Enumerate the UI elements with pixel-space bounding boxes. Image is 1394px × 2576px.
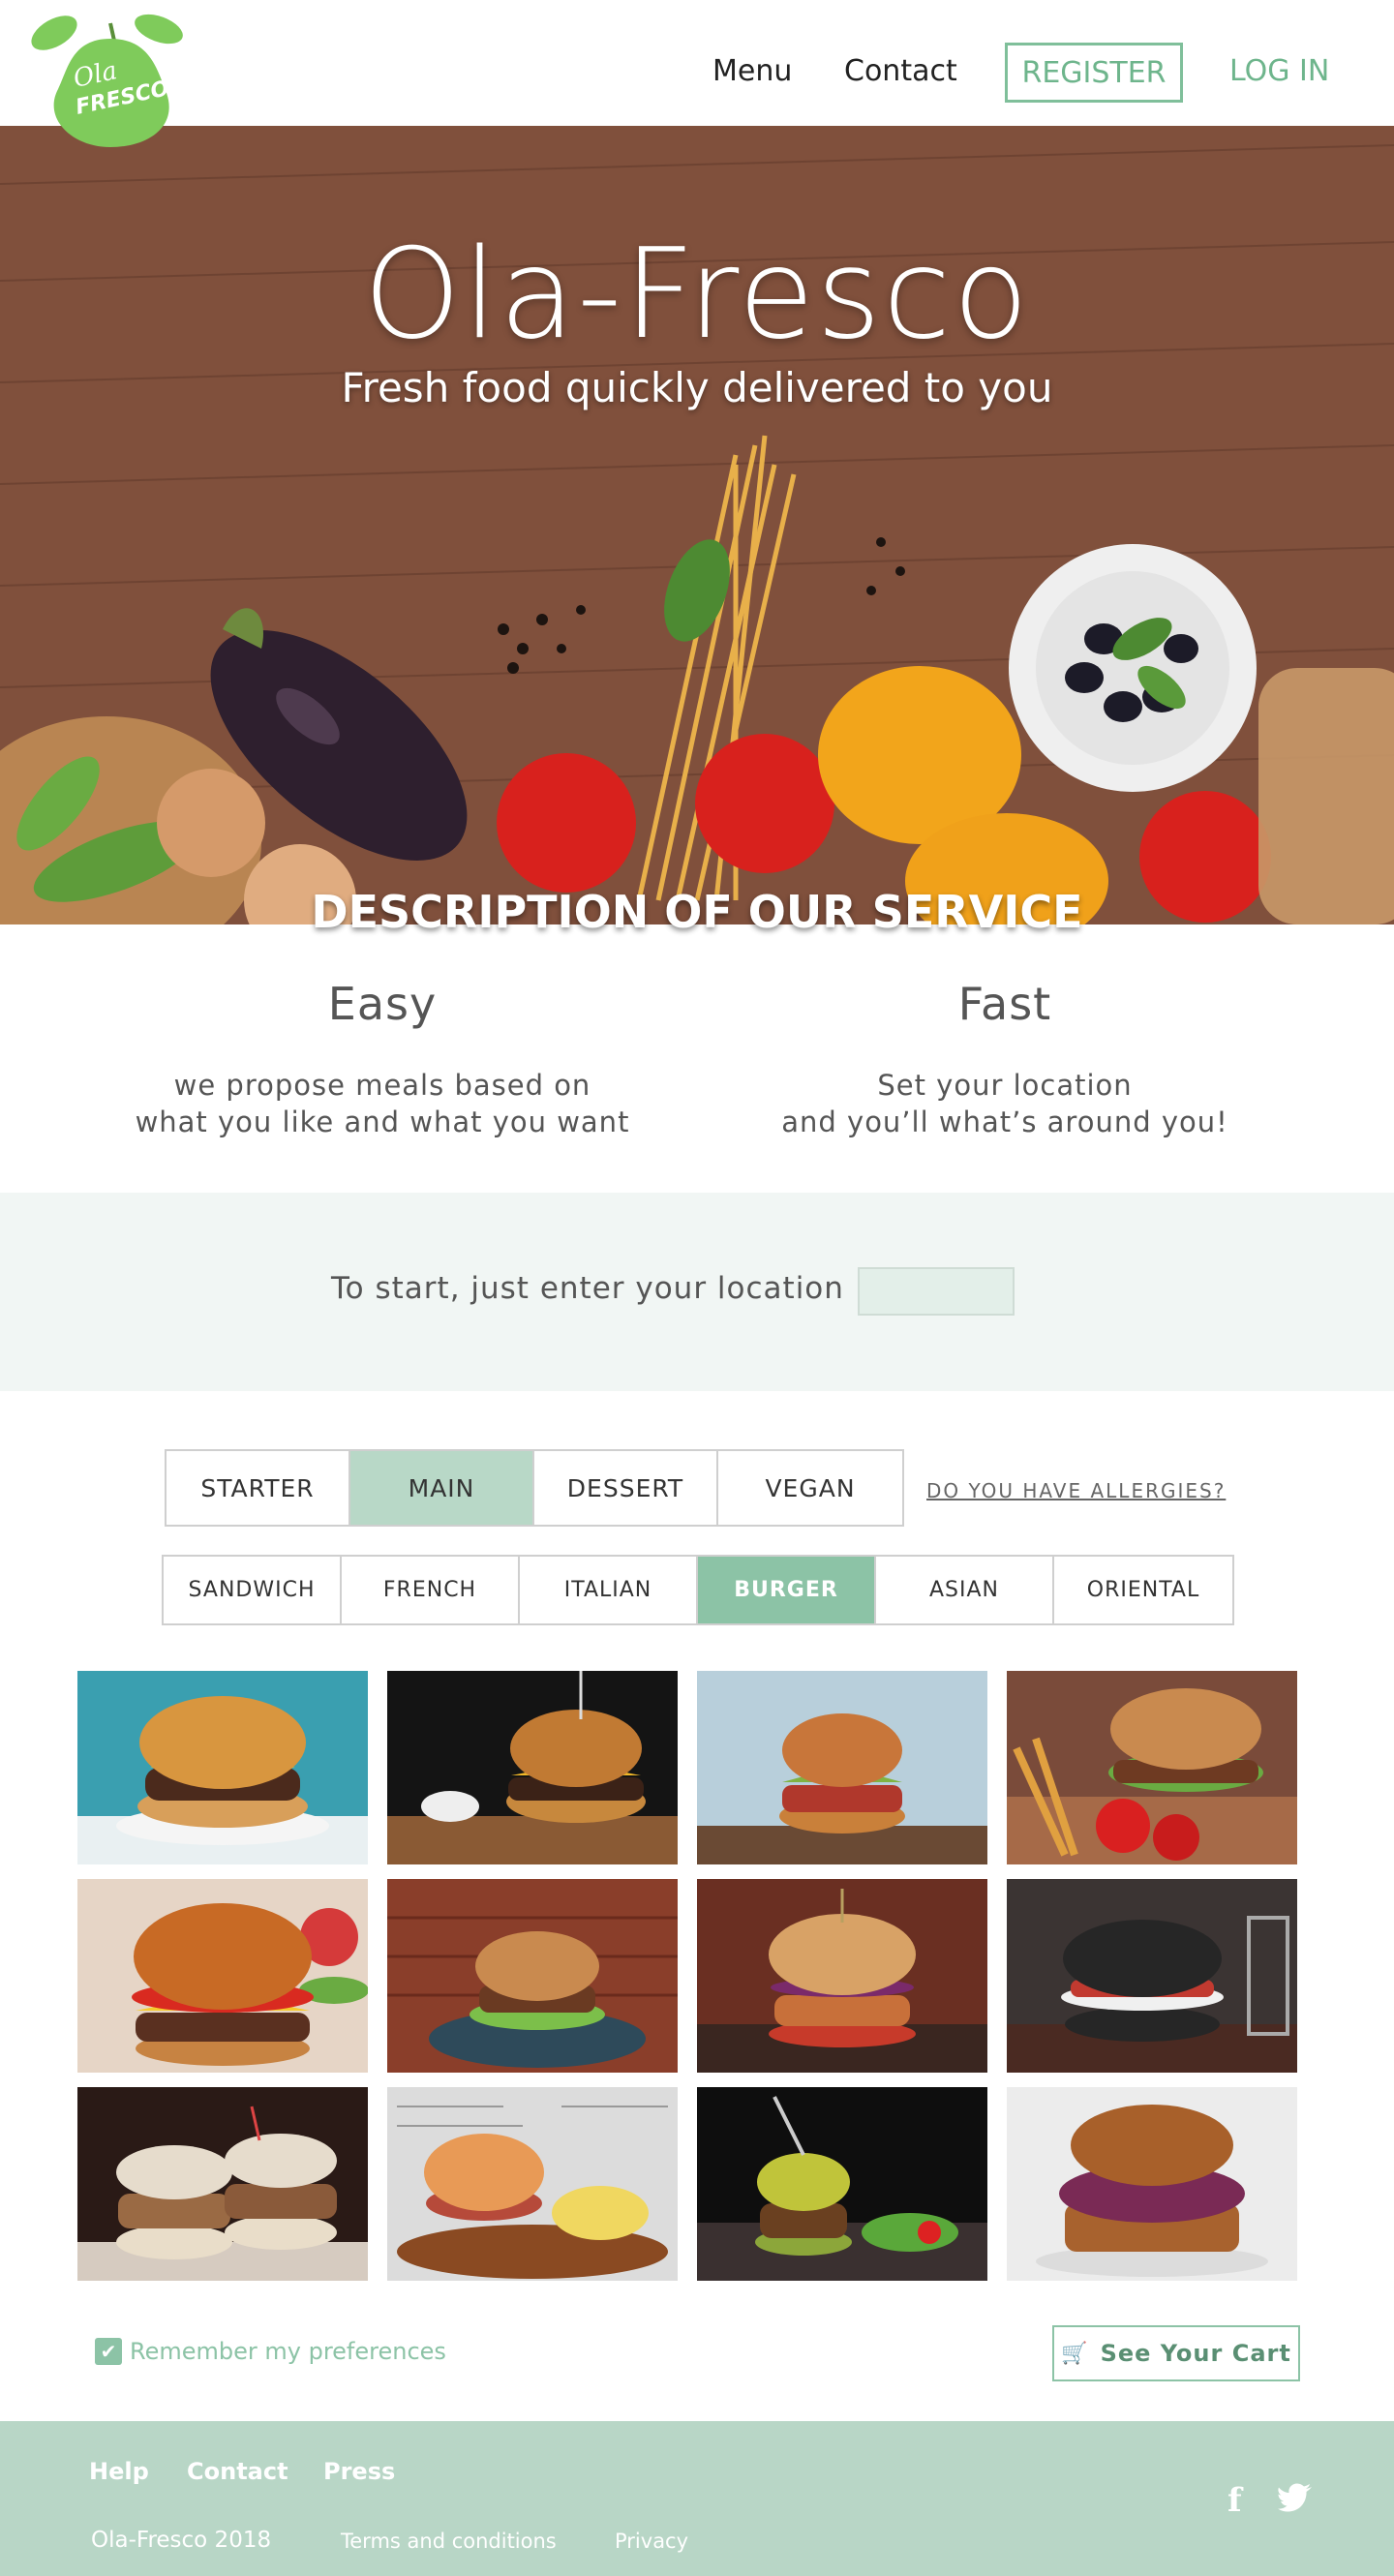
service-fast-line1: Set your location [877, 1069, 1133, 1102]
burger-photo[interactable] [1007, 2087, 1297, 2281]
location-section: To start, just enter your location [0, 1193, 1394, 1391]
tab-dessert[interactable]: DESSERT [534, 1451, 718, 1525]
service-easy: Easy we propose meals based on what you … [82, 978, 682, 1140]
burger-gallery [77, 1671, 1299, 2281]
location-input[interactable] [858, 1267, 1015, 1316]
remember-preferences[interactable]: ✔ Remember my preferences [95, 2338, 446, 2365]
tab-sandwich[interactable]: SANDWICH [164, 1557, 342, 1623]
register-button[interactable]: REGISTER [1005, 43, 1183, 103]
burger-photo[interactable] [77, 1671, 368, 1864]
burger-photo[interactable] [1007, 1671, 1297, 1864]
burger-photo[interactable] [697, 2087, 987, 2281]
site-header: Ola FRESCO Menu Contact REGISTER LOG IN [0, 0, 1394, 147]
footer-help-link[interactable]: Help [89, 2458, 149, 2485]
category-tabs: STARTER MAIN DESSERT VEGAN [165, 1449, 904, 1527]
service-fast-title: Fast [957, 978, 1052, 1030]
service-section-heading: DESCRIPTION OF OUR SERVICE [311, 886, 1083, 938]
cuisine-tabs: SANDWICH FRENCH ITALIAN BURGER ASIAN ORI… [162, 1555, 1234, 1625]
see-cart-label: See Your Cart [1100, 2340, 1291, 2367]
burger-photo[interactable] [77, 2087, 368, 2281]
footer-copyright: Ola-Fresco 2018 [91, 2528, 272, 2553]
login-link[interactable]: LOG IN [1229, 54, 1329, 88]
service-easy-title: Easy [327, 978, 438, 1030]
tab-burger[interactable]: BURGER [698, 1557, 876, 1623]
hero-title: Ola-Fresco [363, 223, 1031, 367]
see-cart-button[interactable]: 🛒 See Your Cart [1052, 2325, 1300, 2381]
hero-subtitle: Fresh food quickly delivered to you [341, 364, 1053, 411]
allergies-link[interactable]: DO YOU HAVE ALLERGIES? [926, 1479, 1226, 1502]
ola-fresco-logo[interactable]: Ola FRESCO [14, 12, 194, 153]
service-fast: Fast Set your location and you’ll what’s… [705, 978, 1305, 1140]
footer-privacy-link[interactable]: Privacy [615, 2530, 688, 2553]
burger-photo[interactable] [697, 1879, 987, 2073]
site-footer: Help Contact Press Ola-Fresco 2018 Terms… [0, 2421, 1394, 2576]
burger-photo[interactable] [697, 1671, 987, 1864]
tab-asian[interactable]: ASIAN [876, 1557, 1054, 1623]
nav-contact-link[interactable]: Contact [844, 54, 957, 88]
check-icon: ✔ [100, 2340, 117, 2363]
service-fast-description: Set your location and you’ll what’s arou… [705, 1067, 1305, 1140]
burger-photo[interactable] [387, 1671, 678, 1864]
cart-icon: 🛒 [1061, 2341, 1089, 2366]
tab-italian[interactable]: ITALIAN [520, 1557, 698, 1623]
burger-photo[interactable] [1007, 1879, 1297, 2073]
burger-photo[interactable] [77, 1879, 368, 2073]
facebook-icon[interactable]: f [1227, 2481, 1242, 2520]
tab-main[interactable]: MAIN [350, 1451, 534, 1525]
tab-starter[interactable]: STARTER [167, 1451, 350, 1525]
remember-label: Remember my preferences [130, 2338, 446, 2365]
footer-contact-link[interactable]: Contact [187, 2458, 288, 2485]
nav-menu-link[interactable]: Menu [712, 54, 792, 88]
burger-photo[interactable] [387, 1879, 678, 2073]
service-easy-description: we propose meals based on what you like … [82, 1067, 682, 1140]
service-easy-line1: we propose meals based on [173, 1069, 591, 1102]
service-fast-line2: and you’ll what’s around you! [781, 1106, 1228, 1138]
service-easy-line2: what you like and what you want [135, 1106, 630, 1138]
remember-checkbox[interactable]: ✔ [95, 2338, 122, 2365]
footer-press-link[interactable]: Press [323, 2458, 395, 2485]
twitter-icon[interactable] [1278, 2483, 1313, 2512]
footer-terms-link[interactable]: Terms and conditions [341, 2530, 557, 2553]
hero-banner: Ola-Fresco Fresh food quickly delivered … [0, 126, 1394, 924]
tab-oriental[interactable]: ORIENTAL [1054, 1557, 1232, 1623]
tab-french[interactable]: FRENCH [342, 1557, 520, 1623]
location-label: To start, just enter your location [331, 1271, 844, 1306]
burger-photo[interactable] [387, 2087, 678, 2281]
tab-vegan[interactable]: VEGAN [718, 1451, 902, 1525]
